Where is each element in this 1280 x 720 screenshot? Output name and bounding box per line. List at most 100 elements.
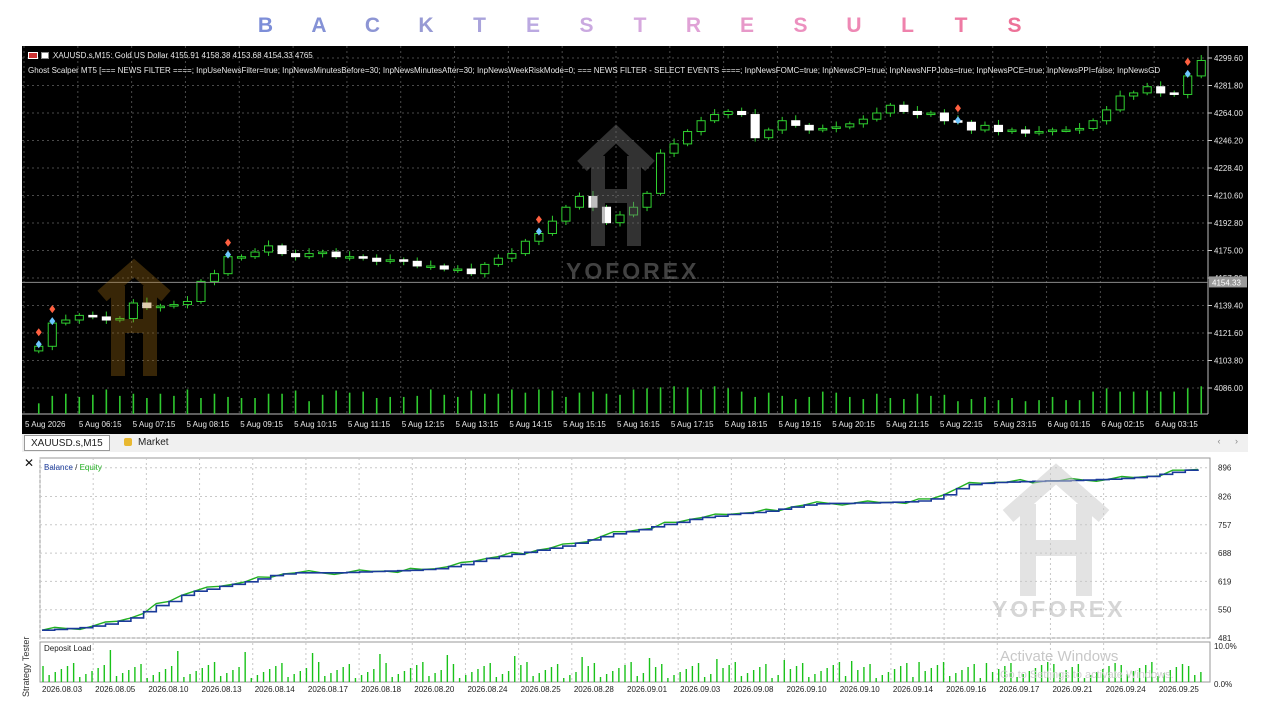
candlestick-chart[interactable]: 4299.60 4281.80 4264.00 4246.20 4228.40 4210.…	[22, 46, 1248, 434]
root: B A C K T E S T R E S U L T S 4299.60 4281.80 4264.00 424…	[0, 0, 1280, 720]
banner-title: BACKTESTRESULTS	[0, 14, 1280, 48]
candle-bear	[1156, 86, 1166, 94]
date-axis-label: 2026.08.24	[467, 685, 508, 694]
time-axis-label: 5 Aug 23:15	[994, 420, 1037, 429]
price-axis-label: 4139.40	[1214, 302, 1243, 311]
date-axis-label: 2026.08.03	[42, 685, 83, 694]
candle-bull	[263, 245, 274, 253]
candle-bull	[710, 114, 720, 122]
legend-separator: /	[73, 463, 80, 472]
candle-bull	[885, 104, 895, 114]
candle-bull	[1047, 129, 1058, 133]
candle-bull	[683, 131, 693, 145]
candle-bull	[1088, 120, 1098, 129]
banner-letter: E	[739, 14, 754, 37]
candle-bull	[74, 314, 84, 321]
time-axis-label: 5 Aug 11:15	[348, 420, 391, 429]
candle-bull	[345, 256, 355, 259]
candle-bull	[1061, 129, 1071, 132]
time-axis-label: 5 Aug 07:15	[133, 420, 176, 429]
deposit-load-label: Deposit Load	[44, 644, 91, 653]
time-axis-label: 5 Aug 21:15	[886, 420, 929, 429]
tab-market[interactable]: Market	[118, 435, 175, 451]
candle-bear	[291, 253, 301, 258]
trade-marker-sell	[35, 328, 42, 337]
date-axis-label: 2026.08.20	[414, 685, 455, 694]
candle-bull	[669, 143, 679, 154]
candle-bull	[1129, 92, 1139, 97]
candle-bull	[209, 273, 220, 282]
watermark-brand-top: YOFOREX	[566, 258, 700, 284]
tab-xauusd-m15[interactable]: XAUUSD.s,M15	[24, 435, 110, 451]
trade-marker-sell	[49, 305, 56, 314]
time-axis-label: 5 Aug 16:15	[617, 420, 660, 429]
candle-bull	[655, 152, 666, 194]
candle-bull	[1007, 129, 1017, 133]
time-axis-label: 5 Aug 15:15	[563, 420, 606, 429]
candle-bear	[804, 124, 814, 131]
candle-bear	[412, 260, 422, 267]
candle-bull	[845, 123, 855, 128]
banner-letter: B	[257, 14, 274, 37]
price-axis-label: 4246.20	[1214, 137, 1243, 146]
activate-windows-title: Activate Windows	[1000, 648, 1119, 665]
candle-bull	[61, 319, 71, 324]
ea-parameters: Ghost Scalper MT5 [=== NEWS FILTER ====;…	[28, 66, 1161, 75]
price-axis-label: 4228.40	[1214, 164, 1243, 173]
candle-bear	[1169, 92, 1179, 95]
candle-bull	[1102, 109, 1112, 122]
date-axis-label: 2026.08.13	[202, 685, 243, 694]
time-axis-label: 5 Aug 09:15	[240, 420, 283, 429]
candle-bull	[696, 120, 706, 133]
time-axis-label: 5 Aug 20:15	[832, 420, 875, 429]
price-chart-window[interactable]: 4299.60 4281.80 4264.00 4246.20 4228.40 4210.…	[22, 46, 1248, 434]
logo-watermark-left	[97, 258, 171, 376]
date-axis-label: 2026.08.25	[521, 685, 562, 694]
candle-bull	[128, 302, 138, 319]
candle-bear	[358, 256, 368, 259]
candle-bull	[507, 253, 517, 259]
chart-symbol-line: XAUUSD.s,M15: Gold US Dollar 4155.91 415…	[28, 51, 313, 60]
banner-letter: T	[473, 14, 486, 37]
date-axis-label: 2026.09.21	[1052, 685, 1093, 694]
time-axis-label: 5 Aug 19:15	[778, 420, 821, 429]
indicator-icon	[41, 52, 49, 60]
banner-letter: E	[525, 14, 540, 37]
trade-marker-sell	[225, 238, 231, 247]
time-axis-label: 6 Aug 02:15	[1101, 420, 1144, 429]
candle-bull	[182, 300, 193, 306]
tab-scroll-arrows[interactable]: ‹ ›	[1218, 436, 1245, 446]
lock-icon	[124, 438, 132, 446]
graph-legend: Balance / Equity	[44, 463, 102, 472]
time-axis-label: 5 Aug 14:15	[509, 420, 552, 429]
date-axis-label: 2026.09.10	[840, 685, 881, 694]
balance-axis-label: 688	[1218, 549, 1232, 558]
candle-bull	[561, 206, 571, 222]
date-axis-label: 2026.08.10	[148, 685, 189, 694]
time-axis-label: 5 Aug 10:15	[294, 420, 337, 429]
candle-bull	[453, 268, 463, 272]
candle-bull	[831, 126, 841, 129]
time-axis-label: 5 Aug 18:15	[725, 420, 768, 429]
price-axis-label: 4210.60	[1214, 192, 1243, 201]
balance-axis-label: 550	[1218, 606, 1232, 615]
banner-letter: K	[418, 14, 434, 37]
candle-bull	[223, 256, 233, 275]
date-axis-label: 2026.09.01	[627, 685, 668, 694]
price-axis-label: 4192.80	[1214, 219, 1243, 228]
banner-letter: L	[901, 14, 914, 37]
banner-letter: A	[311, 14, 327, 37]
candle-bull	[250, 251, 260, 258]
banner-letter: T	[954, 14, 968, 37]
trade-marker-sell	[1184, 57, 1191, 66]
balance-axis-label: 826	[1218, 492, 1232, 501]
date-axis-label: 2026.08.14	[255, 685, 296, 694]
candle-bull	[520, 240, 530, 255]
candle-bull	[426, 265, 436, 268]
candle-bull	[1075, 127, 1085, 131]
time-axis-label: 5 Aug 06:15	[79, 420, 122, 429]
banner-letter: R	[685, 14, 702, 37]
candle-bear	[331, 251, 341, 258]
candle-bear	[439, 265, 449, 270]
candle-bear	[372, 257, 382, 262]
